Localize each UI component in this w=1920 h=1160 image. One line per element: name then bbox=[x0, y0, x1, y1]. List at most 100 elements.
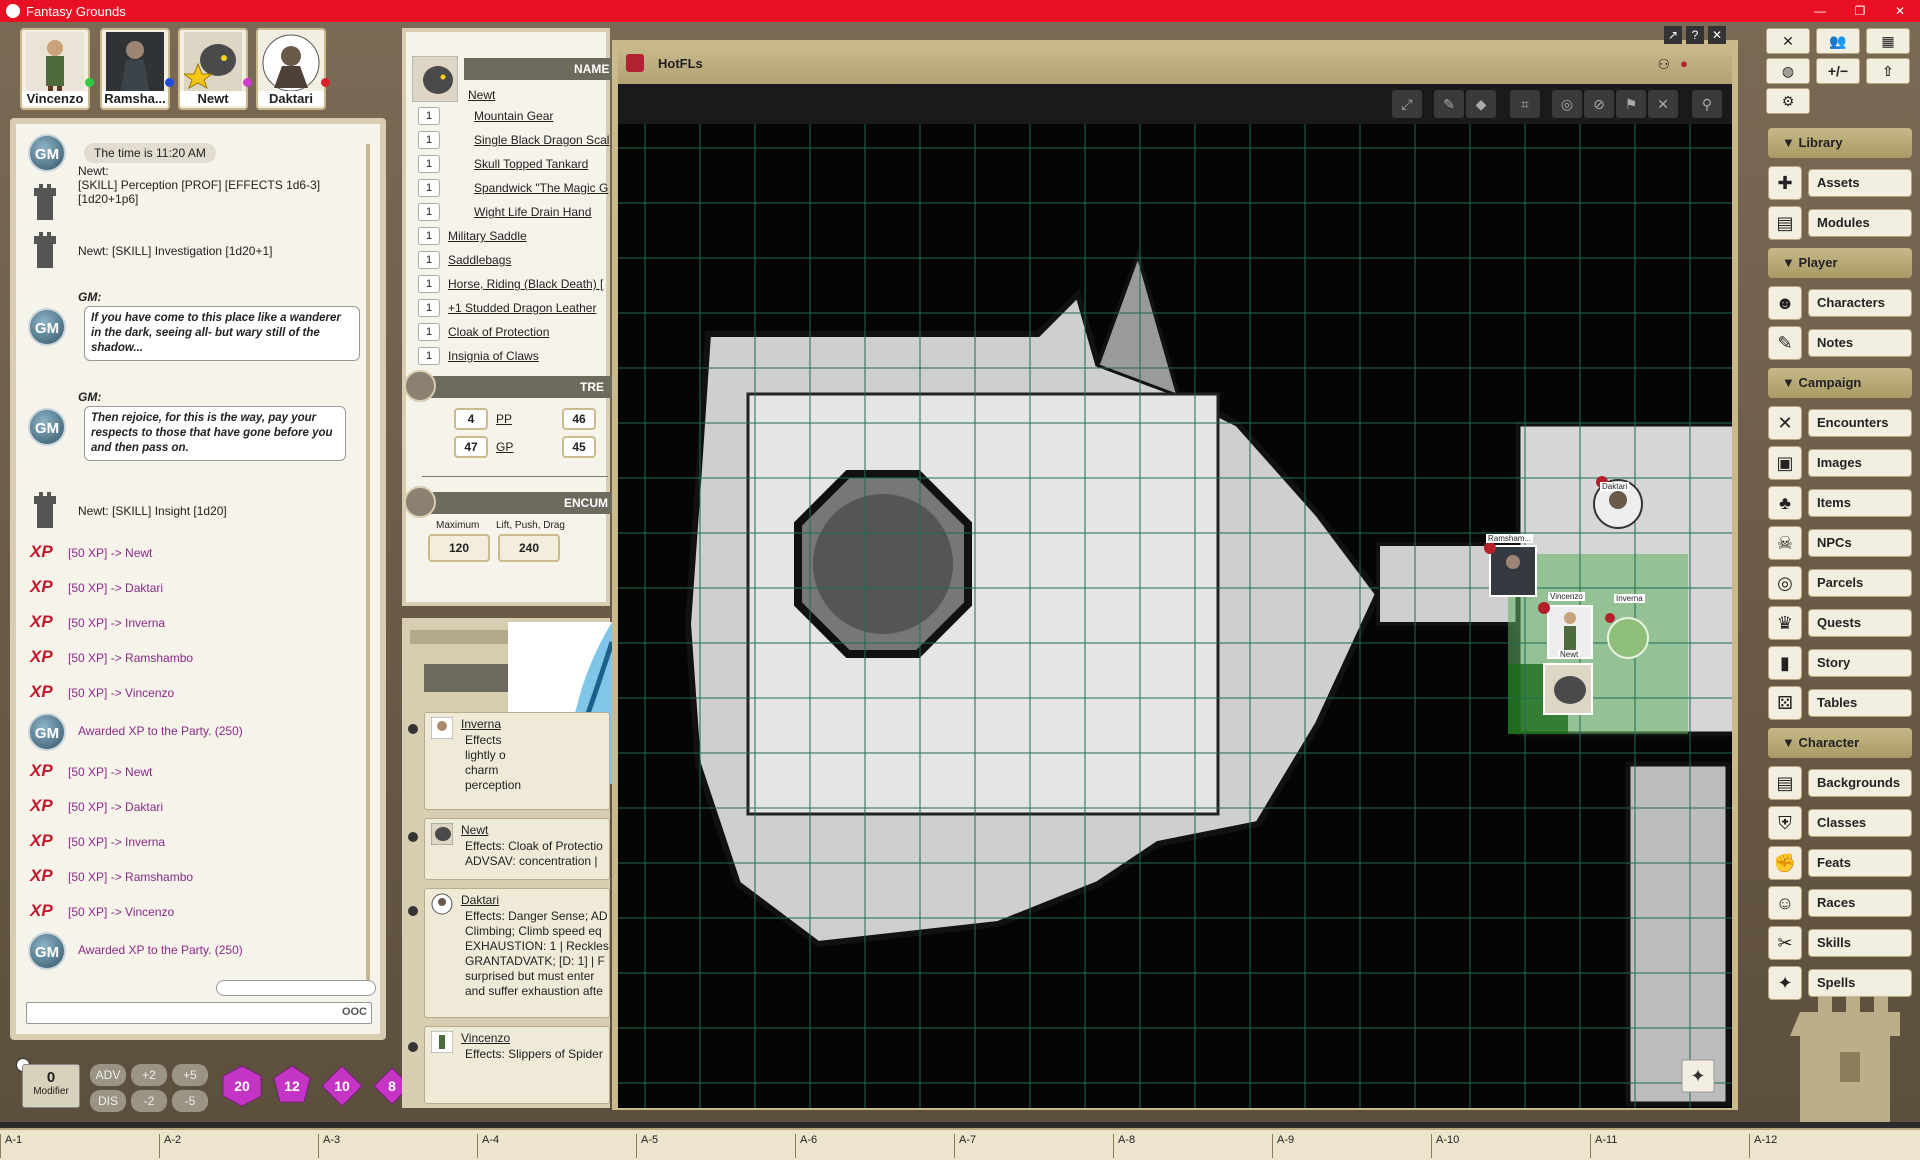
tracker-entry-newt[interactable]: Newt Effects: Cloak of Protectio ADVSAV:… bbox=[424, 818, 610, 880]
section-library[interactable]: ▼ Library bbox=[1768, 128, 1912, 158]
calendar-button[interactable]: ▦ bbox=[1866, 28, 1910, 54]
maximize-button[interactable]: ❐ bbox=[1840, 0, 1880, 22]
item-name[interactable]: Mountain Gear bbox=[474, 109, 614, 123]
item-quantity[interactable]: 1 bbox=[418, 179, 440, 197]
active-radio[interactable] bbox=[408, 1042, 418, 1052]
chat-scrollbar[interactable] bbox=[366, 144, 370, 984]
sidebar-item-skills[interactable]: ✂ Skills bbox=[1768, 926, 1912, 960]
tracker-name[interactable]: Daktari bbox=[461, 893, 499, 908]
token-ramshambo[interactable] bbox=[1484, 542, 1537, 597]
close-button[interactable]: ✕ bbox=[1880, 0, 1920, 22]
inventory-row[interactable]: 1 Saddlebags bbox=[416, 250, 614, 270]
mask-off-icon[interactable]: ⊘ bbox=[1584, 90, 1614, 118]
d10-die[interactable]: 10 bbox=[320, 1064, 364, 1108]
sidebar-item-quests[interactable]: ♛ Quests bbox=[1768, 606, 1912, 640]
hotkey-slot[interactable]: A-5 bbox=[636, 1134, 794, 1158]
settings-button[interactable]: ⚙ bbox=[1766, 88, 1810, 114]
sidebar-item-assets[interactable]: ✚ Assets bbox=[1768, 166, 1912, 200]
tracker-name[interactable]: Inverna bbox=[461, 717, 501, 732]
sidebar-item-races[interactable]: ☺ Races bbox=[1768, 886, 1912, 920]
fit-view-icon[interactable]: ⤢ bbox=[1392, 90, 1422, 118]
item-name[interactable]: Skull Topped Tankard bbox=[474, 157, 614, 171]
swords-icon[interactable]: ✕ bbox=[1648, 90, 1678, 118]
hotkey-slot[interactable]: A-6 bbox=[795, 1134, 953, 1158]
item-name[interactable]: Wight Life Drain Hand bbox=[474, 205, 614, 219]
plus-two-button[interactable]: +2 bbox=[131, 1064, 167, 1086]
lock-icon[interactable] bbox=[404, 486, 436, 518]
inventory-row[interactable]: 1 Cloak of Protection bbox=[416, 322, 614, 342]
character-name[interactable]: Newt bbox=[468, 88, 495, 102]
combat-tracker[interactable]: Inverna Effects lightly o charm percepti… bbox=[402, 618, 615, 1108]
select-icon[interactable]: ⌗ bbox=[1510, 90, 1540, 118]
inventory-row[interactable]: 1 Insignia of Claws bbox=[416, 346, 614, 366]
inventory-row[interactable]: 1 Horse, Riding (Black Death) [ bbox=[416, 274, 614, 294]
section-campaign[interactable]: ▼ Campaign bbox=[1768, 368, 1912, 398]
chat-input[interactable]: OOC bbox=[26, 1002, 372, 1024]
section-character[interactable]: ▼ Character bbox=[1768, 728, 1912, 758]
active-radio[interactable] bbox=[408, 906, 418, 916]
hotkey-slot[interactable]: A-9 bbox=[1272, 1134, 1430, 1158]
sidebar-item-npcs[interactable]: ☠ NPCs bbox=[1768, 526, 1912, 560]
inventory-row[interactable]: 1 Military Saddle bbox=[416, 226, 614, 246]
sidebar-item-backgrounds[interactable]: ▤ Backgrounds bbox=[1768, 766, 1912, 800]
sidebar-item-images[interactable]: ▣ Images bbox=[1768, 446, 1912, 480]
lock-icon[interactable]: ● bbox=[1680, 56, 1688, 71]
sidebar-item-modules[interactable]: ▤ Modules bbox=[1768, 206, 1912, 240]
hotkey-slot[interactable]: A-12 bbox=[1749, 1134, 1920, 1158]
item-name[interactable]: Military Saddle bbox=[448, 229, 614, 243]
item-quantity[interactable]: 1 bbox=[418, 155, 440, 173]
paint-brush-icon[interactable]: ✎ bbox=[1434, 90, 1464, 118]
hotkey-slot[interactable]: A-11 bbox=[1590, 1134, 1748, 1158]
item-name[interactable]: Saddlebags bbox=[448, 253, 614, 267]
modifier-box[interactable]: 0 Modifier bbox=[22, 1064, 80, 1108]
item-quantity[interactable]: 1 bbox=[418, 323, 440, 341]
character-sheet[interactable]: NAME Newt 1 Mountain Gear 1 Single Black… bbox=[402, 28, 614, 606]
tracker-name[interactable]: Vincenzo bbox=[461, 1031, 510, 1046]
item-quantity[interactable]: 1 bbox=[418, 203, 440, 221]
sidebar-item-feats[interactable]: ✊ Feats bbox=[1768, 846, 1912, 880]
map-window[interactable]: HotFLs ⚇ ● ↗ ? ✕ ⤢ ✎ ◆ ⌗ ◎ ⊘ ⚑ ✕ ⚲ ✦ Dak… bbox=[612, 26, 1738, 1110]
portrait-vincenzo[interactable]: Vincenzo bbox=[20, 28, 94, 110]
tracker-name[interactable]: Newt bbox=[461, 823, 488, 838]
adv-button[interactable]: ADV bbox=[90, 1064, 126, 1086]
sidebar-item-classes[interactable]: ⛨ Classes bbox=[1768, 806, 1912, 840]
item-name[interactable]: Cloak of Protection bbox=[448, 325, 614, 339]
item-quantity[interactable]: 1 bbox=[418, 347, 440, 365]
coin-other[interactable]: 46 bbox=[562, 408, 596, 430]
item-quantity[interactable]: 1 bbox=[418, 107, 440, 125]
d12-die[interactable]: 12 bbox=[270, 1064, 314, 1108]
help-icon[interactable]: ? bbox=[1686, 26, 1704, 44]
hotkey-slot[interactable]: A-2 bbox=[159, 1134, 317, 1158]
hotkey-slot[interactable]: A-8 bbox=[1113, 1134, 1271, 1158]
inventory-row[interactable]: 1 Wight Life Drain Hand bbox=[416, 202, 614, 222]
hotkey-slot[interactable]: A-4 bbox=[477, 1134, 635, 1158]
tracker-entry-vincenzo[interactable]: Vincenzo Effects: Slippers of Spider bbox=[424, 1026, 610, 1104]
tracker-entry-daktari[interactable]: Daktari Effects: Danger Sense; AD Climbi… bbox=[424, 888, 610, 1018]
party-sheet-button[interactable]: 👥 bbox=[1816, 28, 1860, 54]
sidebar-item-encounters[interactable]: ✕ Encounters bbox=[1768, 406, 1912, 440]
sidebar-item-tables[interactable]: ⚄ Tables bbox=[1768, 686, 1912, 720]
sidebar-item-notes[interactable]: ✎ Notes bbox=[1768, 326, 1912, 360]
item-name[interactable]: +1 Studded Dragon Leather bbox=[448, 301, 614, 315]
inventory-row[interactable]: 1 Spandwick "The Magic G bbox=[416, 178, 614, 198]
combat-tracker-button[interactable]: ✕ bbox=[1766, 28, 1810, 54]
lock-icon[interactable] bbox=[404, 370, 436, 402]
hotkey-slot[interactable]: A-1 bbox=[0, 1134, 158, 1158]
active-radio[interactable] bbox=[408, 832, 418, 842]
map-canvas[interactable]: ✦ Daktari Ramsham... Vincenzo Inverna Ne… bbox=[618, 124, 1732, 1108]
item-name[interactable]: Single Black Dragon Scal bbox=[474, 133, 614, 147]
link-icon[interactable]: ↗ bbox=[1664, 26, 1682, 44]
item-quantity[interactable]: 1 bbox=[418, 275, 440, 293]
pin-icon[interactable]: ⚲ bbox=[1692, 90, 1722, 118]
item-name[interactable]: Horse, Riding (Black Death) [ bbox=[448, 277, 614, 291]
item-quantity[interactable]: 1 bbox=[418, 251, 440, 269]
item-name[interactable]: Insignia of Claws bbox=[448, 349, 614, 363]
ooc-toggle[interactable]: OOC bbox=[342, 1006, 367, 1018]
eraser-icon[interactable]: ◆ bbox=[1466, 90, 1496, 118]
lighting-button[interactable]: ◍ bbox=[1766, 58, 1810, 84]
sidebar-item-story[interactable]: ▮ Story bbox=[1768, 646, 1912, 680]
minimize-button[interactable]: — bbox=[1800, 0, 1840, 22]
active-radio[interactable] bbox=[408, 724, 418, 734]
hotkey-slot[interactable]: A-7 bbox=[954, 1134, 1112, 1158]
hotkey-slot[interactable]: A-3 bbox=[318, 1134, 476, 1158]
